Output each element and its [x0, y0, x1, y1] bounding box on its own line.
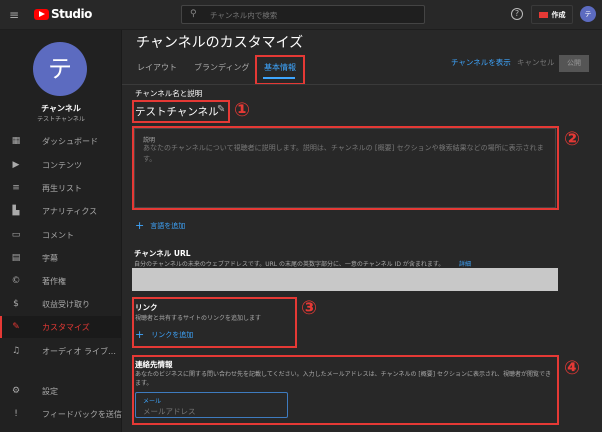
- channel-label: チャンネル: [41, 104, 81, 113]
- add-link-button[interactable]: + リンクを追加: [135, 328, 193, 341]
- sidebar-icon: !: [14, 409, 18, 419]
- create-button[interactable]: 作成: [531, 5, 573, 24]
- url-description: 自分のチャンネルの未来のウェブアドレスです。URL の末尾の英数字部分に、一意の…: [134, 261, 445, 268]
- sidebar-icon: ♫: [11, 346, 21, 356]
- links-title: リンク: [135, 303, 158, 312]
- annotation-4: ④: [564, 357, 581, 379]
- search-input[interactable]: ⚲ チャンネル内で検索: [181, 5, 425, 24]
- links-description: 視聴者と共有するサイトのリンクを追加します: [135, 315, 262, 322]
- channel-url-field[interactable]: [132, 268, 558, 291]
- sidebar-item-6[interactable]: © 著作権: [0, 270, 122, 292]
- sidebar-icon: $: [13, 299, 19, 309]
- sidebar-icon: ▦: [11, 136, 21, 146]
- sidebar-item-label: 字幕: [42, 253, 58, 263]
- tab-branding[interactable]: ブランディング: [194, 62, 249, 73]
- app-name: Studio: [51, 7, 92, 21]
- top-bar: ≡ Studio ⚲ チャンネル内で検索 ? 作成 テ: [0, 0, 602, 30]
- sidebar-item-label: オーディオ ライブ…: [42, 346, 116, 356]
- sidebar-item-label: アナリティクス: [42, 206, 98, 216]
- channel-name: テストチャンネル: [37, 116, 85, 123]
- sidebar-item-label: 著作権: [42, 276, 66, 286]
- cancel-button[interactable]: キャンセル: [517, 57, 555, 68]
- video-camera-icon: [538, 11, 548, 18]
- sidebar-item-label: フィードバックを送信: [42, 409, 122, 419]
- sidebar-icon: ▶: [12, 160, 20, 170]
- email-field[interactable]: メール メールアドレス: [135, 392, 288, 418]
- url-more-link[interactable]: 詳細: [459, 259, 471, 268]
- sidebar: テ チャンネル テストチャンネル ▦ ダッシュボード ▶ コンテンツ ≡ 再生リスト ▙ アナ…: [0, 30, 122, 432]
- name-section-label: チャンネル名と説明: [135, 89, 203, 98]
- sidebar-icon: ▙: [12, 206, 20, 216]
- sidebar-icon: ≡: [12, 183, 20, 193]
- sidebar-item-label: 設定: [42, 386, 58, 396]
- divider: [122, 84, 602, 85]
- sidebar-item-5[interactable]: ▤ 字幕: [0, 247, 122, 269]
- sidebar-item-3[interactable]: ▙ アナリティクス: [0, 200, 122, 222]
- plus-icon: +: [135, 219, 145, 232]
- account-avatar[interactable]: テ: [580, 6, 596, 22]
- search-placeholder: チャンネル内で検索: [210, 11, 278, 20]
- sidebar-icon: ©: [11, 276, 21, 286]
- sidebar-item-2[interactable]: ≡ 再生リスト: [0, 177, 122, 199]
- highlight-box-description: [132, 126, 559, 210]
- search-icon: ⚲: [190, 9, 197, 19]
- sidebar-icon: ▭: [11, 230, 21, 240]
- contact-title: 連絡先情報: [135, 360, 173, 369]
- highlight-box-name: [132, 100, 230, 123]
- sidebar-item-8[interactable]: ✎ カスタマイズ: [0, 316, 122, 338]
- page-title: チャンネルのカスタマイズ: [136, 35, 304, 51]
- annotation-1: ①: [234, 99, 251, 121]
- contact-description: あなたのビジネスに関する問い合わせ先を記載してください。入力したメールアドレスは…: [135, 371, 552, 387]
- sidebar-item-4[interactable]: ▭ コメント: [0, 224, 122, 246]
- sidebar-item-9[interactable]: ♫ オーディオ ライブ…: [0, 340, 122, 362]
- sidebar-icon: ⚙: [11, 386, 21, 396]
- menu-icon[interactable]: ≡: [9, 8, 19, 22]
- view-channel-link[interactable]: チャンネルを表示: [451, 57, 511, 68]
- sidebar-item-1[interactable]: ▶ コンテンツ: [0, 154, 122, 176]
- tab-layout[interactable]: レイアウト: [137, 62, 177, 73]
- sidebar-item-label: コンテンツ: [42, 160, 82, 170]
- help-icon[interactable]: ?: [511, 8, 523, 20]
- publish-button[interactable]: 公開: [559, 55, 589, 72]
- add-link-label: リンクを追加: [151, 330, 194, 339]
- sidebar-item-label: ダッシュボード: [42, 136, 98, 146]
- email-placeholder: メールアドレス: [143, 407, 196, 416]
- youtube-logo-icon: [34, 9, 49, 20]
- url-title: チャンネル URL: [134, 249, 191, 258]
- sidebar-item-label: カスタマイズ: [42, 322, 90, 332]
- highlight-box-tab: [255, 55, 305, 85]
- plus-icon: +: [135, 328, 145, 341]
- sidebar-item-0[interactable]: ▦ ダッシュボード: [0, 130, 122, 152]
- sidebar-item-7[interactable]: $ 収益受け取り: [0, 293, 122, 315]
- sidebar-icon: ✎: [12, 322, 20, 332]
- email-label: メール: [143, 398, 162, 405]
- sidebar-bottom-item-1[interactable]: ! フィードバックを送信: [0, 403, 122, 425]
- channel-avatar[interactable]: テ: [33, 42, 87, 96]
- annotation-3: ③: [301, 297, 318, 319]
- create-label: 作成: [551, 10, 566, 19]
- sidebar-icon: ▤: [11, 253, 21, 263]
- sidebar-bottom-item-0[interactable]: ⚙ 設定: [0, 380, 122, 402]
- sidebar-item-label: 再生リスト: [42, 183, 82, 193]
- add-language-label: 言語を追加: [150, 221, 186, 230]
- sidebar-item-label: コメント: [42, 230, 74, 240]
- sidebar-item-label: 収益受け取り: [42, 299, 90, 309]
- annotation-2: ②: [564, 128, 581, 150]
- add-language-button[interactable]: + 言語を追加: [135, 219, 185, 232]
